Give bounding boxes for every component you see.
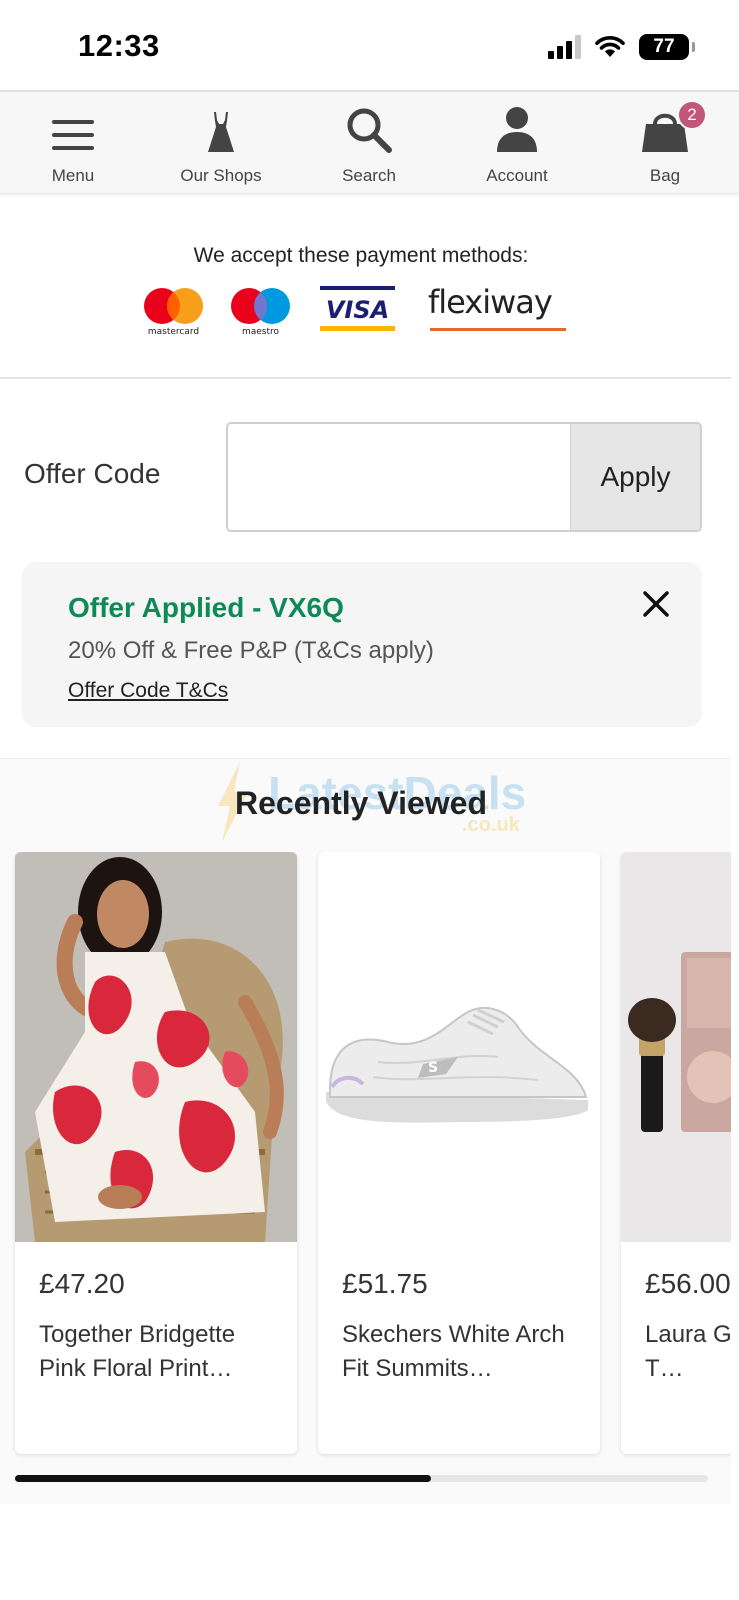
product-name[interactable]: Laura Geller Best of T…: [645, 1318, 731, 1386]
product-card[interactable]: £56.00 Laura Geller Best of T…: [621, 852, 731, 1454]
nav-label-account: Account: [486, 166, 548, 185]
offer-applied-description: 20% Off & Free P&P (T&Cs apply): [68, 637, 434, 664]
recently-viewed-title: Recently Viewed: [235, 785, 487, 821]
user-icon: [497, 107, 537, 152]
nav-item-bag[interactable]: Bag 2: [605, 92, 725, 196]
nav-item-account[interactable]: Account: [457, 92, 577, 196]
product-image-floral-dress: [15, 852, 297, 1242]
offer-code-label: Offer Code: [24, 458, 161, 489]
maestro-logo: maestro: [231, 288, 290, 337]
payment-logos: mastercard maestro VISA flexiway: [144, 283, 584, 346]
product-price: £47.20: [39, 1268, 125, 1299]
visa-logo: VISA: [320, 286, 395, 331]
payment-methods-title: We accept these payment methods:: [193, 244, 529, 267]
product-price: £56.00: [645, 1268, 731, 1299]
search-icon: [347, 108, 392, 153]
status-bar: 12:33 77: [0, 0, 739, 90]
nav-item-search[interactable]: Search: [309, 92, 429, 196]
mastercard-label: mastercard: [148, 327, 199, 337]
top-nav-bar: Menu Our Shops Search Account Bag 2: [0, 90, 739, 194]
close-icon[interactable]: [638, 586, 674, 622]
flexiway-logo: flexiway: [428, 283, 566, 331]
product-image-white-trainer: S: [318, 852, 600, 1242]
page-bottom: [0, 1534, 739, 1600]
status-time: 12:33: [78, 28, 160, 63]
cellular-signal-icon: [548, 35, 581, 59]
nav-item-menu[interactable]: Menu: [13, 92, 133, 196]
carousel-scrollbar-thumb[interactable]: [15, 1475, 431, 1482]
product-card[interactable]: £47.20 Together Bridgette Pink Floral Pr…: [15, 852, 297, 1454]
product-name[interactable]: Together Bridgette Pink Floral Print…: [39, 1318, 279, 1386]
offer-applied-panel: Offer Applied - VX6Q 20% Off & Free P&P …: [22, 562, 702, 727]
battery-level: 77: [653, 36, 675, 57]
wifi-icon: [595, 36, 625, 57]
product-card[interactable]: S £51.75 Skechers White Arch Fit Summits…: [318, 852, 600, 1454]
visa-label: VISA: [326, 296, 389, 324]
recently-viewed-carousel[interactable]: £47.20 Together Bridgette Pink Floral Pr…: [0, 852, 731, 1464]
status-icons: 77: [548, 34, 695, 60]
offer-applied-title: Offer Applied - VX6Q: [68, 592, 344, 623]
offer-code-form: Apply: [226, 422, 702, 532]
apply-button[interactable]: Apply: [570, 424, 700, 530]
flexiway-label: flexiway: [428, 284, 552, 321]
nav-label-our-shops: Our Shops: [180, 166, 262, 185]
nav-label-search: Search: [342, 166, 396, 185]
product-image-makeup-set: [621, 852, 731, 1242]
product-name[interactable]: Skechers White Arch Fit Summits…: [342, 1318, 582, 1386]
nav-item-our-shops[interactable]: Our Shops: [161, 92, 281, 196]
svg-text:S: S: [428, 1060, 438, 1076]
mastercard-logo: mastercard: [144, 288, 203, 337]
dress-icon: [208, 112, 234, 152]
carousel-scrollbar[interactable]: [15, 1475, 708, 1482]
hamburger-icon: [52, 120, 94, 150]
offer-code-tcs-link[interactable]: Offer Code T&Cs: [68, 679, 228, 703]
offer-code-input[interactable]: [228, 424, 570, 530]
section-divider: [0, 377, 731, 379]
product-price: £51.75: [342, 1268, 428, 1299]
nav-label-bag: Bag: [649, 166, 681, 185]
battery-icon: 77: [639, 34, 695, 60]
nav-label-menu: Menu: [51, 166, 95, 185]
maestro-label: maestro: [242, 327, 280, 337]
bag-count-badge: 2: [677, 100, 707, 130]
